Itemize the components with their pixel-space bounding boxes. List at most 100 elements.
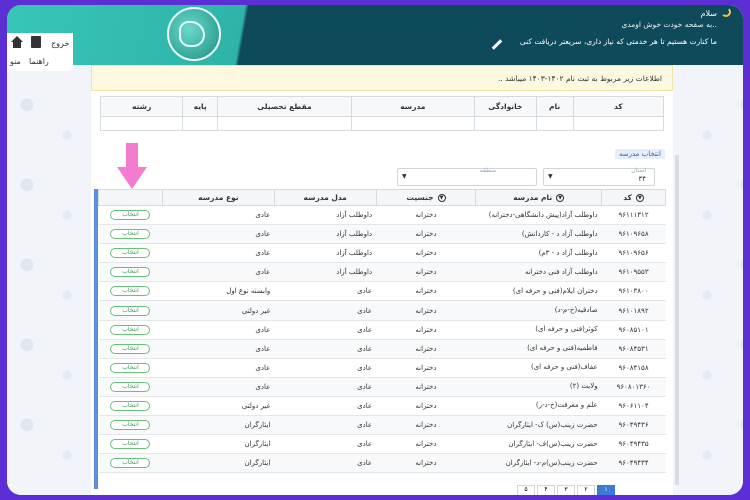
table-row: ۹۶۰۸۴۱۵۸ عفاف(فنی و حرفه ای) دخترانه عادی عا… — [98, 358, 666, 378]
school-type: ایثارگران — [162, 453, 275, 474]
school-name: حضرت زینب(س)م-د- ایثارگران — [475, 453, 602, 474]
select-school-button[interactable]: انتخاب — [110, 324, 151, 335]
school-gender: دخترانه — [376, 262, 476, 283]
schools-table-wrap: ▼کد ▼نام مدرسه ▼جنسیت مدل مدرسه نوع مدرس… — [94, 189, 666, 489]
region-dropdown[interactable]: منطقه ▼ — [397, 167, 537, 186]
school-type: غیر دولتی — [162, 396, 275, 417]
school-name: داوطلب آزاد د - کاردانش) — [475, 224, 602, 245]
main-panel: کد نام خانوادگی مدرسه مقطع تحصیلی پایه ر… — [91, 91, 673, 495]
school-type: عادی — [162, 205, 275, 226]
select-school-button[interactable]: انتخاب — [110, 420, 151, 431]
table-row: ۹۶۱۱۱۳۱۲ داوطلب آزاد(پیش دانشگاهی-دخترانه… — [98, 205, 666, 226]
action-cell: انتخاب — [98, 377, 163, 397]
school-name: حضرت زینب(س)ف- ایثارگران — [475, 434, 602, 455]
school-gender: دخترانه — [376, 358, 476, 378]
school-gender: دخترانه — [376, 320, 476, 340]
filter-icon[interactable]: ▼ — [635, 194, 644, 202]
select-school-button[interactable]: انتخاب — [110, 286, 151, 297]
header-gender[interactable]: ▼جنسیت — [375, 189, 477, 206]
page-button[interactable]: ۳ — [557, 485, 575, 495]
filter-icon[interactable]: ▼ — [437, 194, 446, 202]
table-row: ۹۶۰۴۹۴۳۶ حضرت زینب(س) ک- ایثارگران دخترانه… — [98, 415, 666, 436]
select-school-button[interactable]: انتخاب — [110, 210, 151, 221]
filters-bar: استان ۳۴ ▼ منطقه ▼ — [91, 158, 673, 188]
table-row: ۹۶۰۸۰۱۳۶۰ ولایت (۲) دخترانه عادی عادی انتخاب — [98, 377, 666, 397]
summary-empty-row — [99, 116, 665, 131]
action-cell: انتخاب — [98, 243, 163, 264]
school-model: عادی — [274, 339, 377, 359]
school-gender: دخترانه — [376, 377, 476, 397]
app-frame: سلام به صفحه خودت خوش اومدی.. ما کنارت ه… — [7, 5, 743, 495]
school-type: عادی — [162, 320, 275, 340]
school-model: عادی — [274, 320, 377, 340]
action-cell: انتخاب — [98, 300, 163, 321]
header-school-name[interactable]: ▼نام مدرسه — [475, 189, 603, 206]
action-cell: انتخاب — [98, 396, 163, 417]
filter-icon[interactable]: ▼ — [556, 194, 565, 202]
school-code: ۹۶۱۰۹۵۵۳ — [601, 262, 666, 283]
chevron-down-icon: ▼ — [402, 173, 407, 180]
page-button[interactable]: ۴ — [537, 485, 555, 495]
school-name: داوطلب آزاد د - ۳م) — [475, 243, 602, 264]
scrollbar[interactable] — [675, 155, 679, 485]
select-school-button[interactable]: انتخاب — [110, 229, 151, 240]
guide-label[interactable]: راهنما — [29, 57, 49, 66]
school-gender: دخترانه — [376, 224, 476, 245]
annotation-arrow — [117, 143, 147, 191]
action-cell: انتخاب — [98, 224, 163, 245]
action-cell: انتخاب — [98, 281, 163, 302]
school-model: داوطلب آزاد — [274, 262, 377, 283]
action-cell: انتخاب — [98, 205, 163, 226]
school-name: عفاف(فنی و حرفه ای) — [475, 358, 602, 378]
globe-icon — [167, 7, 221, 61]
select-school-button[interactable]: انتخاب — [110, 267, 151, 278]
region-label: منطقه — [479, 167, 496, 174]
select-school-button[interactable]: انتخاب — [110, 305, 151, 316]
action-cell: انتخاب — [98, 415, 163, 436]
select-school-button[interactable]: انتخاب — [110, 400, 151, 411]
top-header: سلام به صفحه خودت خوش اومدی.. ما کنارت ه… — [7, 5, 743, 65]
school-name: ولایت (۲) — [475, 377, 602, 397]
school-gender: دخترانه — [376, 434, 476, 455]
page-button[interactable]: ۲ — [577, 485, 595, 495]
select-school-button[interactable]: انتخاب — [110, 381, 151, 392]
schools-table-body: ۹۶۱۱۱۳۱۲ داوطلب آزاد(پیش دانشگاهی-دخترانه… — [98, 205, 666, 474]
school-model: عادی — [274, 300, 377, 321]
school-code: ۹۶۱۰۹۶۵۸ — [601, 224, 666, 245]
page-button[interactable]: ۱ — [597, 485, 615, 495]
registration-alert: اطلاعات زیر مربوط به ثبت نام ۱۴۰۲-۱۴۰۳ م… — [91, 65, 673, 91]
school-code: ۹۶۰۸۵۱۰۱ — [601, 320, 666, 340]
summary-header-family: خانوادگی — [473, 96, 537, 117]
school-model: عادی — [274, 453, 377, 474]
greeting-block: سلام به صفحه خودت خوش اومدی.. ما کنارت ه… — [520, 9, 717, 46]
school-model: عادی — [274, 377, 377, 397]
action-cell: انتخاب — [98, 453, 163, 474]
pen-icon — [491, 39, 503, 50]
school-code: ۹۶۰۸۰۱۳۶۰ — [601, 377, 666, 397]
school-gender: دخترانه — [376, 281, 476, 302]
logout-button[interactable]: خروج — [51, 39, 69, 48]
province-dropdown[interactable]: استان ۳۴ ▼ — [543, 167, 655, 186]
table-row: ۹۶۱۰۹۶۵۶ داوطلب آزاد د - ۳م) دخترانه داوطلب… — [98, 243, 666, 264]
table-row: ۹۶۰۴۹۴۳۴ حضرت زینب(س)م-د- ایثارگران دختران… — [98, 453, 666, 474]
select-school-button[interactable]: انتخاب — [110, 248, 151, 259]
select-school-button[interactable]: انتخاب — [110, 439, 151, 450]
page-button[interactable]: ۵ — [517, 485, 535, 495]
home-menu-button[interactable] — [10, 36, 24, 50]
school-model: عادی — [274, 358, 377, 378]
school-type: عادی — [162, 377, 275, 397]
header-code[interactable]: ▼کد — [601, 189, 666, 206]
menu-label[interactable]: منو — [10, 57, 21, 66]
action-cell: انتخاب — [98, 434, 163, 455]
select-school-button[interactable]: انتخاب — [110, 458, 151, 469]
select-school-button[interactable]: انتخاب — [110, 362, 151, 373]
school-code: ۹۶۱۰۹۶۵۶ — [601, 243, 666, 264]
guide-button[interactable] — [31, 36, 41, 50]
select-school-button[interactable]: انتخاب — [110, 343, 151, 354]
school-gender: دخترانه — [376, 396, 476, 417]
school-type: ایثارگران — [162, 434, 275, 455]
summary-header-school: مدرسه — [350, 96, 475, 117]
table-row: ۹۶۱۰۳۸۰۰ دختران ایلام(فنی و حرفه ای) دخترا… — [98, 281, 666, 302]
table-row: ۹۶۰۴۹۴۳۵ حضرت زینب(س)ف- ایثارگران دخترانه ع… — [98, 434, 666, 455]
welcome-text: به صفحه خودت خوش اومدی.. — [621, 20, 717, 29]
